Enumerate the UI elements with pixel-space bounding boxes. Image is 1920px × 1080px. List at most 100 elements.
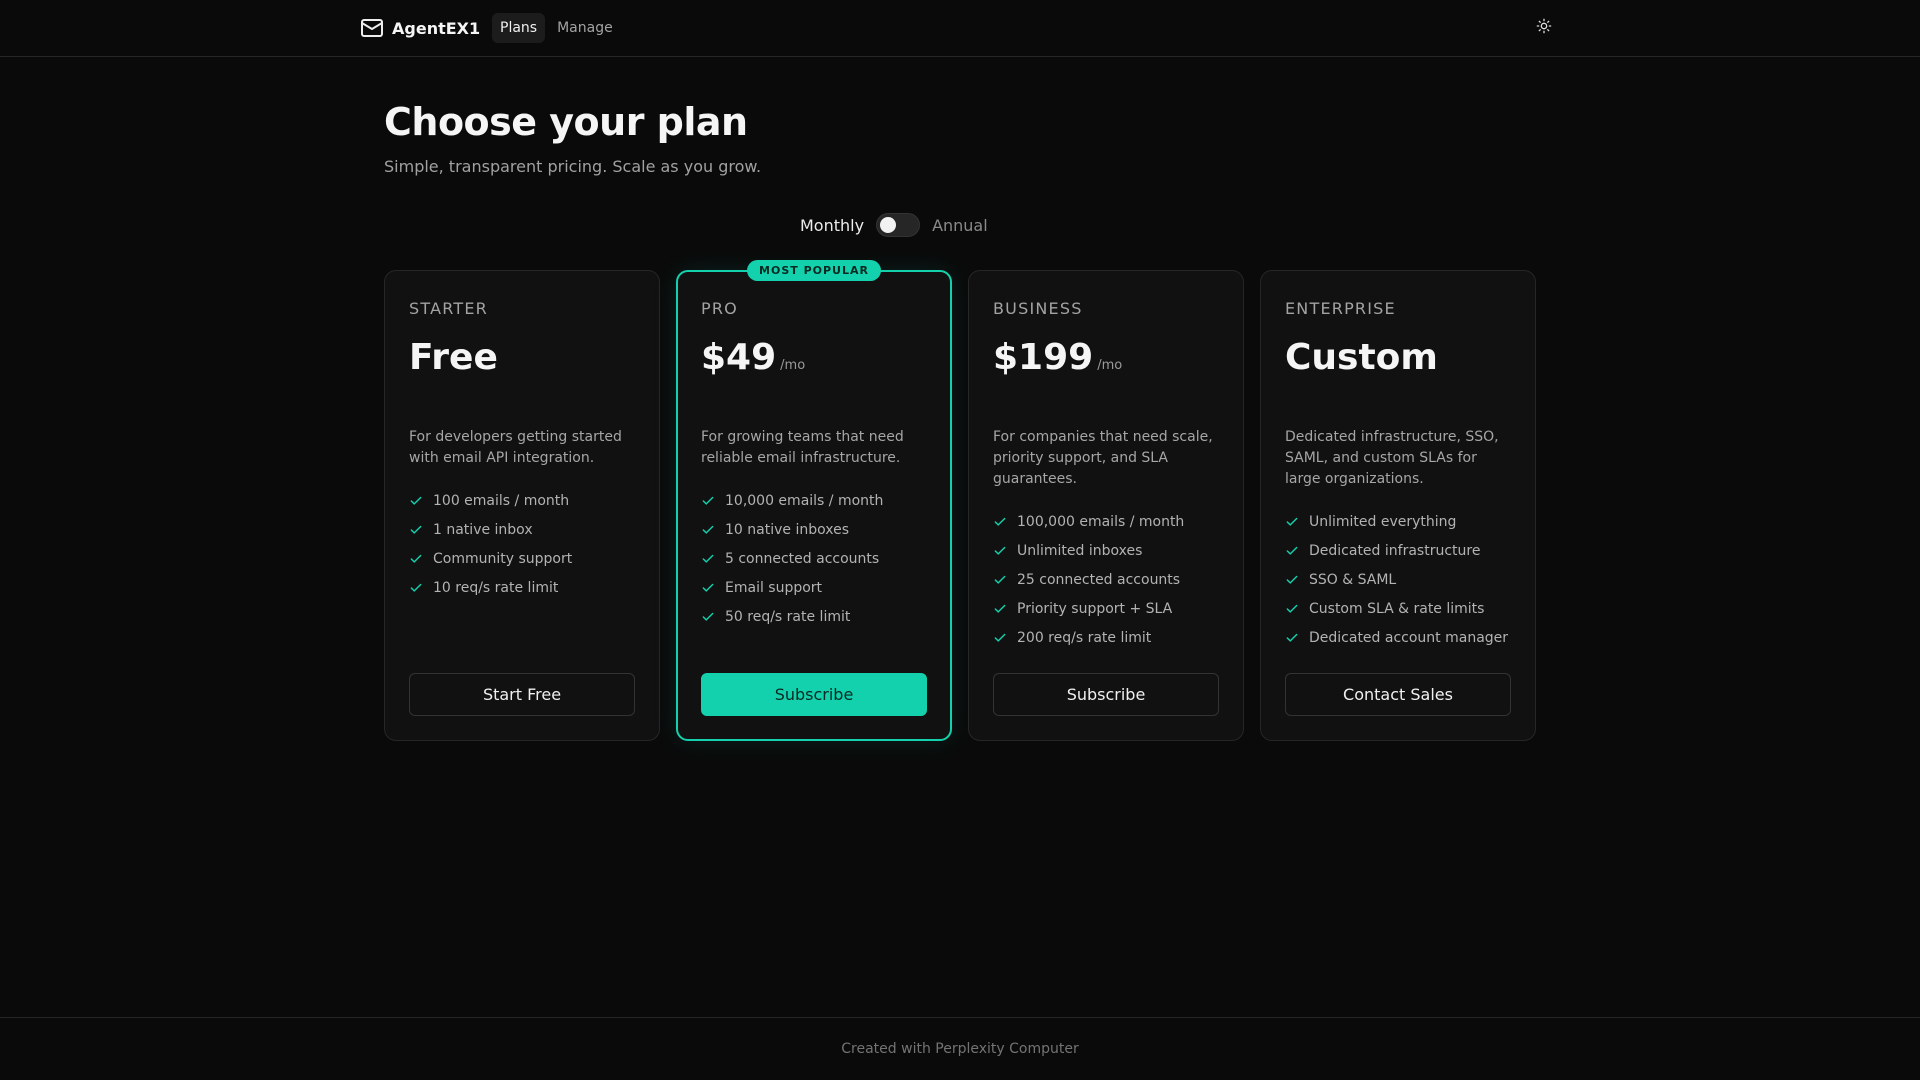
feature-text: 1 native inbox [433,521,533,538]
nav-item-manage[interactable]: Manage [549,13,621,43]
feature-text: 100 emails / month [433,492,570,509]
feature-item: Community support [409,544,635,573]
feature-item: SSO & SAML [1285,565,1511,594]
feature-text: Priority support + SLA [1017,600,1173,617]
feature-text: Dedicated infrastructure [1309,542,1481,559]
price-row: Custom [1285,338,1511,378]
check-icon [1285,515,1299,529]
feature-text: Unlimited everything [1309,513,1457,530]
billing-annual-label[interactable]: Annual [932,216,988,235]
plan-card-pro: MOST POPULAR PRO $49 /mo For growing tea… [676,260,952,741]
feature-text: 200 req/s rate limit [1017,629,1152,646]
feature-item: Dedicated infrastructure [1285,536,1511,565]
billing-monthly-label[interactable]: Monthly [800,216,864,235]
plan-description: For growing teams that need reliable ema… [701,429,904,466]
feature-text: 10,000 emails / month [725,492,884,509]
feature-text: 50 req/s rate limit [725,608,851,625]
feature-item: Dedicated account manager [1285,623,1511,652]
billing-switch[interactable] [876,213,921,237]
feature-text: SSO & SAML [1309,571,1397,588]
price-row: $49 /mo [701,338,927,378]
brand-name: AgentEX1 [392,18,481,38]
footer-credit: Created with Perplexity Computer [841,1041,1079,1057]
feature-item: 25 connected accounts [993,565,1219,594]
subscribe-pro-button[interactable]: Subscribe [701,673,927,716]
plan-tier: STARTER [409,299,488,318]
check-icon [1285,544,1299,558]
plan-period: /mo [1097,358,1123,373]
plan-period: /mo [780,358,806,373]
feature-text: Dedicated account manager [1309,629,1509,646]
plan-price: $49 [701,337,777,378]
feature-item: Unlimited everything [1285,507,1511,536]
check-icon [993,544,1007,558]
plan-tier: BUSINESS [993,299,1083,318]
price-row: Free [409,338,635,378]
check-icon [409,552,423,566]
sun-icon [1536,18,1552,38]
nav-item-plans[interactable]: Plans [492,13,546,43]
plan-card-starter: STARTER Free For developers getting star… [384,270,660,741]
feature-item: 100 emails / month [409,486,635,515]
feature-item: 10,000 emails / month [701,486,927,515]
check-icon [993,602,1007,616]
main-nav: Plans Manage [492,13,621,43]
check-icon [701,610,715,624]
feature-item: Priority support + SLA [993,594,1219,623]
feature-item: 10 native inboxes [701,515,927,544]
plan-card-enterprise: ENTERPRISE Custom Dedicated infrastructu… [1260,270,1536,741]
check-icon [993,631,1007,645]
check-icon [409,523,423,537]
switch-knob [880,217,897,233]
feature-item: 5 connected accounts [701,544,927,573]
check-icon [701,552,715,566]
plan-card-business: BUSINESS $199 /mo For companies that nee… [968,270,1244,741]
plan-description: For companies that need scale, priority … [993,429,1213,487]
feature-text: 25 connected accounts [1017,571,1181,588]
page-title: Choose your plan [384,100,748,144]
feature-item: 50 req/s rate limit [701,602,927,631]
check-icon [993,573,1007,587]
feature-item: Email support [701,573,927,602]
contact-sales-button[interactable]: Contact Sales [1285,673,1511,716]
plan-cards: STARTER Free For developers getting star… [384,260,1536,741]
feature-item: Custom SLA & rate limits [1285,594,1511,623]
plan-tier: ENTERPRISE [1285,299,1396,318]
feature-text: 100,000 emails / month [1017,513,1185,530]
feature-text: 10 req/s rate limit [433,579,559,596]
plan-description: Dedicated infrastructure, SSO, SAML, and… [1285,429,1499,487]
feature-text: Email support [725,579,823,596]
theme-toggle-button[interactable] [1533,17,1555,39]
feature-text: Unlimited inboxes [1017,542,1143,559]
plan-description: For developers getting started with emai… [409,429,622,466]
feature-list: 100,000 emails / month Unlimited inboxes 2… [993,507,1219,652]
footer: Created with Perplexity Computer [0,1017,1920,1080]
plan-price: Free [409,337,498,378]
check-icon [993,515,1007,529]
check-icon [1285,573,1299,587]
check-icon [1285,631,1299,645]
brand[interactable]: AgentEX1 [360,16,480,40]
feature-item: 1 native inbox [409,515,635,544]
check-icon [409,494,423,508]
mail-icon [360,16,384,40]
feature-list: 100 emails / month 1 native inbox Communit… [409,486,635,602]
check-icon [701,494,715,508]
feature-list: Unlimited everything Dedicated infrastruc… [1285,507,1511,652]
price-row: $199 /mo [993,338,1219,378]
feature-text: 10 native inboxes [725,521,849,538]
check-icon [701,523,715,537]
plan-price: $199 [993,337,1094,378]
top-bar: AgentEX1 Plans Manage [0,0,1920,57]
feature-text: Community support [433,550,573,567]
billing-period-toggle: Monthly Annual [800,212,988,238]
feature-text: Custom SLA & rate limits [1309,600,1485,617]
subscribe-business-button[interactable]: Subscribe [993,673,1219,716]
most-popular-badge: MOST POPULAR [747,260,881,281]
feature-item: 10 req/s rate limit [409,573,635,602]
feature-list: 10,000 emails / month 10 native inboxes 5 … [701,486,927,631]
feature-item: 100,000 emails / month [993,507,1219,536]
start-free-button[interactable]: Start Free [409,673,635,716]
feature-item: 200 req/s rate limit [993,623,1219,652]
plan-tier: PRO [701,299,738,318]
